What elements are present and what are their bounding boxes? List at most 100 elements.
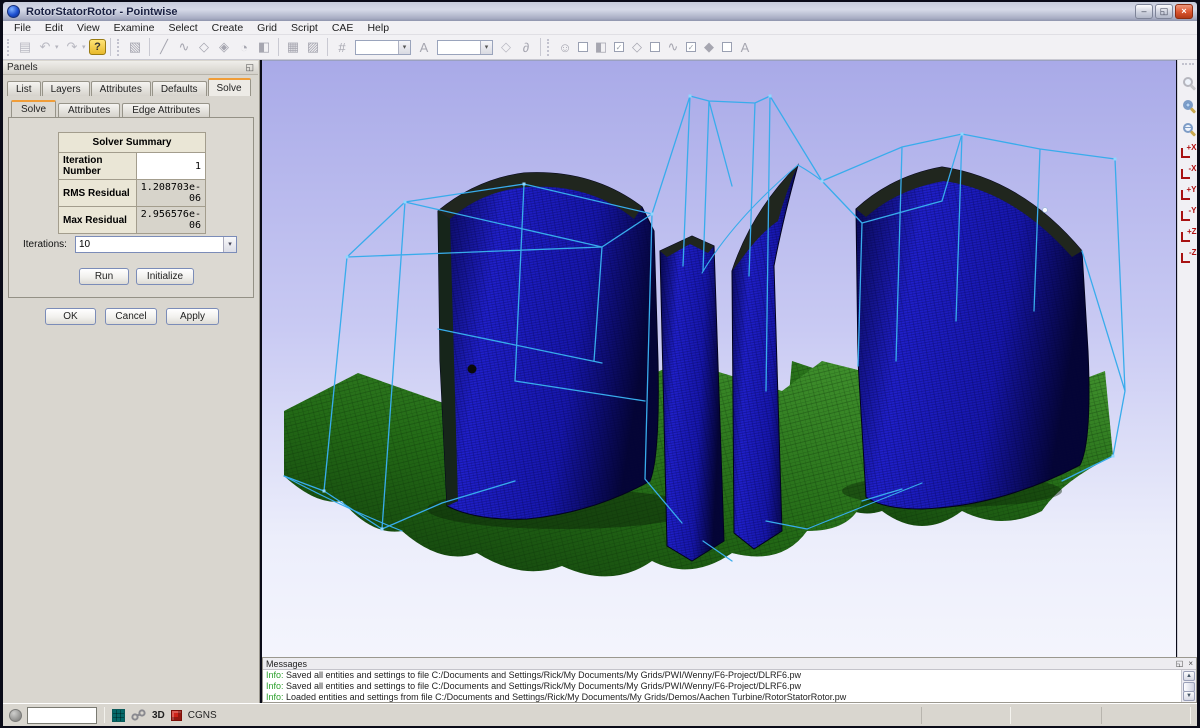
spacing-icon[interactable]: A bbox=[414, 37, 434, 57]
max-residual-label: Max Residual bbox=[59, 207, 137, 234]
status-cell bbox=[921, 707, 1011, 724]
zoom-extents-icon[interactable] bbox=[1183, 100, 1193, 110]
view-minus-z-button[interactable]: -Z bbox=[1179, 248, 1197, 265]
messages-float-icon[interactable]: ◱ bbox=[1176, 659, 1184, 668]
show-connectors-icon[interactable]: ∿ bbox=[663, 37, 683, 57]
show-blocks-icon[interactable]: ◧ bbox=[591, 37, 611, 57]
subtab-solve[interactable]: Solve bbox=[11, 100, 56, 117]
solver-summary-table: Solver Summary Iteration Number 1 RMS Re… bbox=[58, 132, 206, 234]
viewport-3d[interactable] bbox=[262, 60, 1176, 657]
menu-view[interactable]: View bbox=[70, 21, 107, 35]
toolbar-grip[interactable] bbox=[7, 39, 12, 56]
redo-dropdown-icon[interactable]: ▾ bbox=[82, 43, 89, 51]
tab-layers[interactable]: Layers bbox=[42, 81, 90, 96]
tab-solve[interactable]: Solve bbox=[208, 78, 251, 96]
cancel-button[interactable]: Cancel bbox=[105, 308, 157, 325]
scroll-up-icon[interactable]: ▲ bbox=[1183, 671, 1195, 681]
rms-residual-label: RMS Residual bbox=[59, 180, 137, 207]
menu-create[interactable]: Create bbox=[205, 21, 251, 35]
layers-icon[interactable]: ▧ bbox=[125, 37, 145, 57]
create-curve-icon[interactable]: ∿ bbox=[174, 37, 194, 57]
dimension-combo-arrow-icon[interactable]: ▾ bbox=[398, 41, 410, 54]
dimension-icon[interactable]: # bbox=[332, 37, 352, 57]
tab-defaults[interactable]: Defaults bbox=[152, 81, 207, 96]
panels-header[interactable]: Panels ◱ bbox=[3, 61, 258, 75]
iterations-input[interactable] bbox=[76, 237, 223, 252]
log-line: Info: Loaded entities and settings from … bbox=[263, 692, 1181, 702]
iterations-dropdown-icon[interactable]: ▾ bbox=[223, 237, 236, 252]
partial-derivative-icon[interactable]: ∂ bbox=[516, 37, 536, 57]
create-connector-icon[interactable]: ╱ bbox=[154, 37, 174, 57]
view-minus-y-button[interactable]: -Y bbox=[1179, 206, 1197, 223]
toolbar-separator bbox=[149, 38, 150, 56]
create-meshed-domain-icon[interactable]: ◈ bbox=[214, 37, 234, 57]
menu-cae[interactable]: CAE bbox=[325, 21, 361, 35]
menu-script[interactable]: Script bbox=[284, 21, 325, 35]
tab-list[interactable]: List bbox=[7, 81, 41, 96]
messages-title: Messages bbox=[266, 659, 1171, 669]
table-row: Iteration Number 1 bbox=[59, 153, 206, 180]
zoom-icon[interactable] bbox=[1183, 77, 1193, 87]
show-domains-icon[interactable]: ◇ bbox=[627, 37, 647, 57]
menu-file[interactable]: File bbox=[7, 21, 38, 35]
toolbar-grip[interactable] bbox=[117, 39, 122, 56]
toolbar-grip[interactable] bbox=[547, 39, 552, 56]
messages-header[interactable]: Messages ◱ × bbox=[263, 658, 1196, 670]
initialize-button[interactable]: Initialize bbox=[136, 268, 194, 285]
undo-dropdown-icon[interactable]: ▾ bbox=[55, 43, 62, 51]
ok-button[interactable]: OK bbox=[45, 308, 96, 325]
window-title: RotorStatorRotor - Pointwise bbox=[26, 6, 1133, 18]
view-toolbar-grip[interactable] bbox=[1182, 63, 1194, 68]
undo-icon[interactable]: ↶ bbox=[35, 37, 55, 57]
scroll-down-icon[interactable]: ▼ bbox=[1183, 691, 1195, 701]
menu-select[interactable]: Select bbox=[161, 21, 204, 35]
blocks-checkbox[interactable]: ✓ bbox=[614, 42, 624, 52]
spacing-combo-arrow-icon[interactable]: ▾ bbox=[480, 41, 492, 54]
redo-icon[interactable]: ↷ bbox=[62, 37, 82, 57]
zoom-actual-icon[interactable] bbox=[1183, 123, 1193, 133]
menu-help[interactable]: Help bbox=[360, 21, 396, 35]
show-points-icon[interactable]: A bbox=[735, 37, 755, 57]
tab-attributes[interactable]: Attributes bbox=[91, 81, 151, 96]
create-block-icon[interactable]: ◧ bbox=[254, 37, 274, 57]
view-plus-x-button[interactable]: +X bbox=[1179, 143, 1197, 160]
view-minus-x-button[interactable]: -X bbox=[1179, 164, 1197, 181]
domains-checkbox[interactable] bbox=[650, 42, 660, 52]
messages-close-icon[interactable]: × bbox=[1188, 659, 1193, 668]
panels-float-icon[interactable]: ◱ bbox=[245, 62, 254, 73]
trim-surface-icon[interactable]: ◔ bbox=[234, 37, 254, 57]
save-icon[interactable]: ▤ bbox=[15, 37, 35, 57]
help-icon[interactable]: ? bbox=[89, 39, 106, 55]
show-database-icon[interactable]: ◆ bbox=[699, 37, 719, 57]
scene-canvas[interactable] bbox=[262, 61, 1176, 658]
connectors-checkbox[interactable]: ✓ bbox=[686, 42, 696, 52]
messages-scrollbar[interactable]: ▲ ▼ bbox=[1181, 670, 1196, 702]
menu-examine[interactable]: Examine bbox=[107, 21, 162, 35]
view-plus-y-button[interactable]: +Y bbox=[1179, 185, 1197, 202]
title-bar[interactable]: RotorStatorRotor - Pointwise – ◱ × bbox=[3, 2, 1197, 21]
show-hide-mask-icon[interactable]: ☺ bbox=[555, 37, 575, 57]
status-input[interactable] bbox=[27, 707, 97, 724]
structured-grid-icon[interactable]: ▦ bbox=[283, 37, 303, 57]
create-domain-icon[interactable]: ◇ bbox=[194, 37, 214, 57]
mask-checkbox[interactable] bbox=[578, 42, 588, 52]
database-checkbox[interactable] bbox=[722, 42, 732, 52]
subtab-edge-attributes[interactable]: Edge Attributes bbox=[122, 103, 210, 117]
close-button[interactable]: × bbox=[1175, 4, 1193, 19]
spacing-combo[interactable]: ▾ bbox=[437, 40, 493, 55]
menu-grid[interactable]: Grid bbox=[250, 21, 284, 35]
subtab-attributes[interactable]: Attributes bbox=[58, 103, 120, 117]
unstructured-grid-icon[interactable]: ▨ bbox=[303, 37, 323, 57]
run-button[interactable]: Run bbox=[79, 268, 129, 285]
selected-point-marker[interactable] bbox=[468, 365, 477, 374]
apply-button[interactable]: Apply bbox=[166, 308, 219, 325]
minimize-button[interactable]: – bbox=[1135, 4, 1153, 19]
solve-domain-icon[interactable]: ◇ bbox=[496, 37, 516, 57]
restore-button[interactable]: ◱ bbox=[1155, 4, 1173, 19]
view-plus-z-button[interactable]: +Z bbox=[1179, 227, 1197, 244]
dimension-mode-label: 3D bbox=[152, 710, 165, 721]
iterations-combo[interactable]: ▾ bbox=[75, 236, 237, 253]
dimension-combo[interactable]: ▾ bbox=[355, 40, 411, 55]
toolbar-separator bbox=[110, 38, 111, 56]
menu-edit[interactable]: Edit bbox=[38, 21, 70, 35]
